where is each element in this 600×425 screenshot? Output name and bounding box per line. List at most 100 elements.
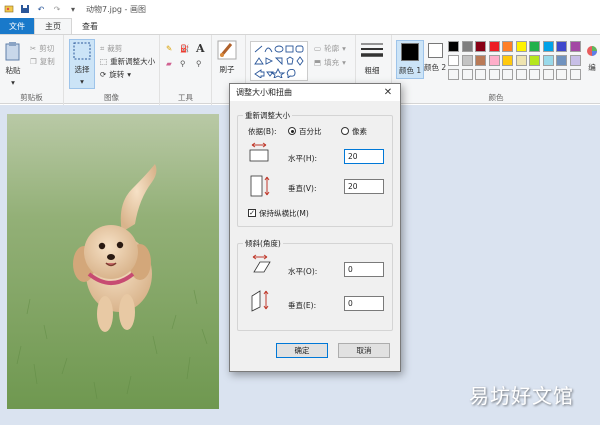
vertical-resize-icon (250, 174, 272, 200)
resize-section: 重新调整大小 依据(B): 百分比 像素 水平(H): 20 垂直(V): 20… (237, 110, 393, 227)
brushes-label: 刷子 (219, 65, 235, 74)
eraser-icon[interactable]: ▰ (166, 59, 172, 68)
crop-button[interactable]: ⌗ 裁剪 (100, 43, 122, 54)
skew-horizontal-label: 水平(O): (288, 267, 318, 276)
palette-swatch[interactable] (556, 55, 567, 66)
palette-swatch[interactable] (569, 55, 581, 66)
save-icon[interactable] (20, 4, 30, 14)
skew-section: 倾斜(角度) 水平(O): 0 垂直(E): 0 (237, 238, 393, 331)
ribbon-tabs: 文件 主页 查看 (0, 18, 600, 34)
custom-color-slot[interactable] (502, 69, 513, 80)
rotate-icon: ⟳ (100, 70, 107, 79)
redo-icon[interactable]: ↷ (52, 4, 62, 14)
undo-icon[interactable]: ↶ (36, 4, 46, 14)
palette-swatch[interactable] (475, 41, 486, 52)
palette-swatch[interactable] (502, 55, 513, 66)
palette-swatch[interactable] (542, 41, 554, 52)
palette-swatch[interactable] (569, 41, 581, 52)
skew-horizontal-field[interactable]: 0 (344, 262, 384, 277)
copy-button[interactable]: ❐ 复制 (30, 56, 55, 67)
customize-quick-access-icon[interactable]: ▾ (68, 4, 78, 14)
custom-color-slot[interactable] (529, 69, 540, 80)
keep-ratio-checkbox[interactable]: ✓ (248, 209, 256, 217)
horizontal-resize-field[interactable]: 20 (344, 149, 384, 164)
cut-button[interactable]: ✂ 剪切 (30, 43, 54, 54)
image-group: 选择 ▾ ⌗ 裁剪 ⬚ 重新调整大小 ⟳ 旋转 ▾ 图像 (64, 35, 160, 105)
dog-photo[interactable] (7, 114, 219, 409)
custom-color-slot[interactable] (461, 69, 473, 80)
chevron-down-icon: ▾ (127, 70, 132, 79)
custom-color-slot[interactable] (488, 69, 500, 80)
palette-swatch[interactable] (461, 55, 473, 66)
size-label: 粗细 (364, 66, 380, 75)
scissors-icon: ✂ (30, 44, 37, 53)
palette-swatch[interactable] (515, 41, 527, 52)
rotate-button[interactable]: ⟳ 旋转 ▾ (100, 69, 131, 80)
color1-swatch (401, 43, 420, 63)
palette-swatch[interactable] (448, 55, 459, 66)
color1-button[interactable]: 颜色 1 (396, 40, 425, 79)
paint-app-icon (4, 4, 14, 14)
palette-swatch[interactable] (515, 55, 527, 66)
tab-home[interactable]: 主页 (34, 18, 72, 34)
clipboard-group: 粘贴 ▾ ✂ 剪切 ❐ 复制 剪贴板 (0, 35, 64, 105)
outline-label: 轮廓 (324, 44, 340, 53)
palette-swatch[interactable] (448, 41, 459, 52)
image-group-label: 图像 (104, 93, 119, 102)
palette-swatch[interactable] (529, 55, 540, 66)
colors-group: 颜色 1 颜色 2 编 颜色 (392, 35, 600, 105)
vertical-skew-icon (250, 288, 272, 314)
color2-button[interactable]: 颜色 2 (424, 43, 446, 73)
brush-icon (217, 40, 237, 62)
palette-swatch[interactable] (502, 41, 513, 52)
crop-label: 裁剪 (107, 44, 123, 53)
magnifier-icon[interactable]: ⚲ (196, 59, 202, 68)
custom-color-slot[interactable] (542, 69, 554, 80)
palette-swatch[interactable] (475, 55, 486, 66)
fill-bucket-icon[interactable]: ⛽ (180, 44, 189, 53)
percent-radio[interactable] (288, 127, 296, 135)
palette-swatch[interactable] (542, 55, 554, 66)
watermark: 易坊好文馆 (469, 384, 574, 408)
select-button[interactable]: 选择 ▾ (69, 39, 95, 89)
color-picker-icon[interactable]: ⚲ (180, 59, 186, 68)
vertical-resize-field[interactable]: 20 (344, 179, 384, 194)
close-icon[interactable]: ✕ (382, 87, 394, 98)
custom-color-slot[interactable] (569, 69, 581, 80)
tab-view[interactable]: 查看 (72, 18, 108, 34)
by-label: 依据(B): (248, 127, 277, 136)
size-button[interactable]: 粗细 (361, 41, 383, 76)
palette-swatch[interactable] (488, 55, 500, 66)
paste-button[interactable]: 粘贴 ▾ (5, 41, 21, 87)
ok-button[interactable]: 确定 (276, 343, 328, 358)
palette-swatch[interactable] (461, 41, 473, 52)
keep-ratio-label: 保持纵横比(M) (259, 209, 309, 218)
chevron-down-icon: ▾ (80, 77, 84, 86)
resize-button[interactable]: ⬚ 重新调整大小 (100, 56, 155, 67)
custom-color-slot[interactable] (448, 69, 459, 80)
palette-swatch[interactable] (529, 41, 540, 52)
text-tool-icon[interactable]: A (196, 42, 205, 55)
brushes-button[interactable]: 刷子 (217, 40, 237, 75)
cancel-button[interactable]: 取消 (338, 343, 390, 358)
outline-button[interactable]: ▭ 轮廓 ▾ (314, 43, 346, 54)
custom-color-slot[interactable] (515, 69, 527, 80)
shapes-gallery[interactable] (250, 41, 308, 81)
pixels-radio[interactable] (341, 127, 349, 135)
fill-button[interactable]: ⬒ 填充 ▾ (314, 57, 346, 68)
crop-icon: ⌗ (100, 43, 105, 53)
chevron-down-icon: ▾ (342, 58, 346, 67)
pencil-icon[interactable]: ✎ (166, 44, 172, 53)
palette-swatch[interactable] (556, 41, 567, 52)
skew-vertical-field[interactable]: 0 (344, 296, 384, 311)
fill-label: 填充 (324, 58, 340, 67)
custom-color-slot[interactable] (556, 69, 567, 80)
custom-color-slot[interactable] (475, 69, 486, 80)
palette-swatch[interactable] (488, 41, 500, 52)
color-wheel-icon (586, 45, 598, 59)
colors-group-label: 颜色 (488, 93, 504, 102)
pixels-label: 像素 (352, 127, 367, 136)
tab-file[interactable]: 文件 (0, 18, 34, 34)
color2-swatch (427, 43, 443, 60)
edit-colors-button[interactable]: 编 (586, 45, 598, 73)
